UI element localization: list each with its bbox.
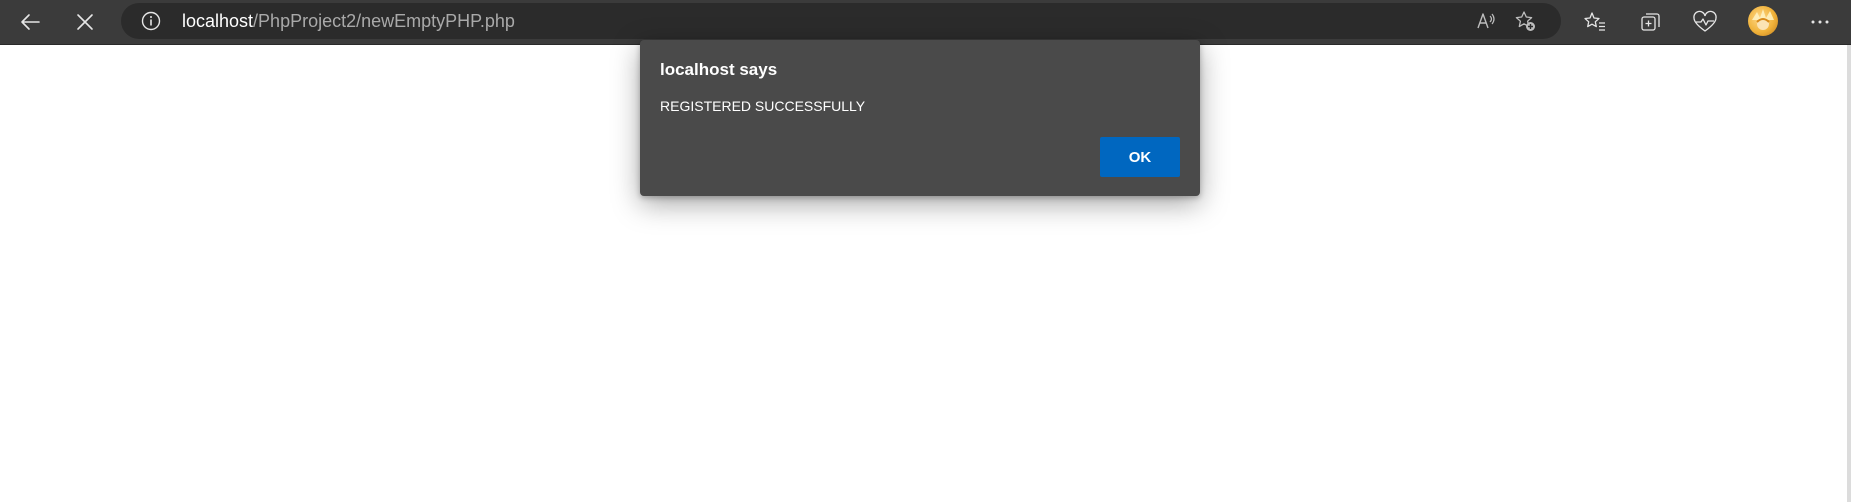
read-aloud-icon[interactable] bbox=[1474, 9, 1498, 33]
more-button[interactable] bbox=[1800, 4, 1840, 40]
back-button[interactable] bbox=[10, 4, 50, 40]
url-path: /PhpProject2/newEmptyPHP.php bbox=[253, 11, 515, 31]
dialog-title: localhost says bbox=[660, 60, 778, 79]
ok-button[interactable]: OK bbox=[1100, 137, 1180, 177]
favorites-button[interactable] bbox=[1575, 4, 1615, 40]
page-scrollbar[interactable] bbox=[1847, 45, 1851, 502]
arrow-left-icon bbox=[21, 14, 40, 30]
alert-dialog: localhost says REGISTERED SUCCESSFULLY O… bbox=[640, 40, 1200, 196]
profile-avatar[interactable] bbox=[1748, 6, 1778, 36]
info-icon[interactable] bbox=[141, 11, 161, 31]
favorites-icon bbox=[1584, 12, 1605, 31]
close-icon bbox=[77, 14, 93, 30]
browser-essentials-button[interactable] bbox=[1685, 4, 1725, 40]
address-bar[interactable]: localhost/PhpProject2/newEmptyPHP.php bbox=[121, 3, 1561, 39]
star-add-icon[interactable] bbox=[1513, 9, 1537, 33]
stop-loading-button[interactable] bbox=[65, 4, 105, 40]
dialog-message: REGISTERED SUCCESSFULLY bbox=[660, 98, 866, 114]
collections-button[interactable] bbox=[1631, 4, 1671, 40]
browser-toolbar: localhost/PhpProject2/newEmptyPHP.php bbox=[0, 0, 1851, 45]
more-icon bbox=[1811, 20, 1829, 24]
url-host: localhost bbox=[182, 11, 254, 31]
health-heart-icon bbox=[1693, 10, 1717, 32]
collections-icon bbox=[1641, 13, 1660, 31]
url-text[interactable]: localhost/PhpProject2/newEmptyPHP.php bbox=[182, 10, 515, 32]
